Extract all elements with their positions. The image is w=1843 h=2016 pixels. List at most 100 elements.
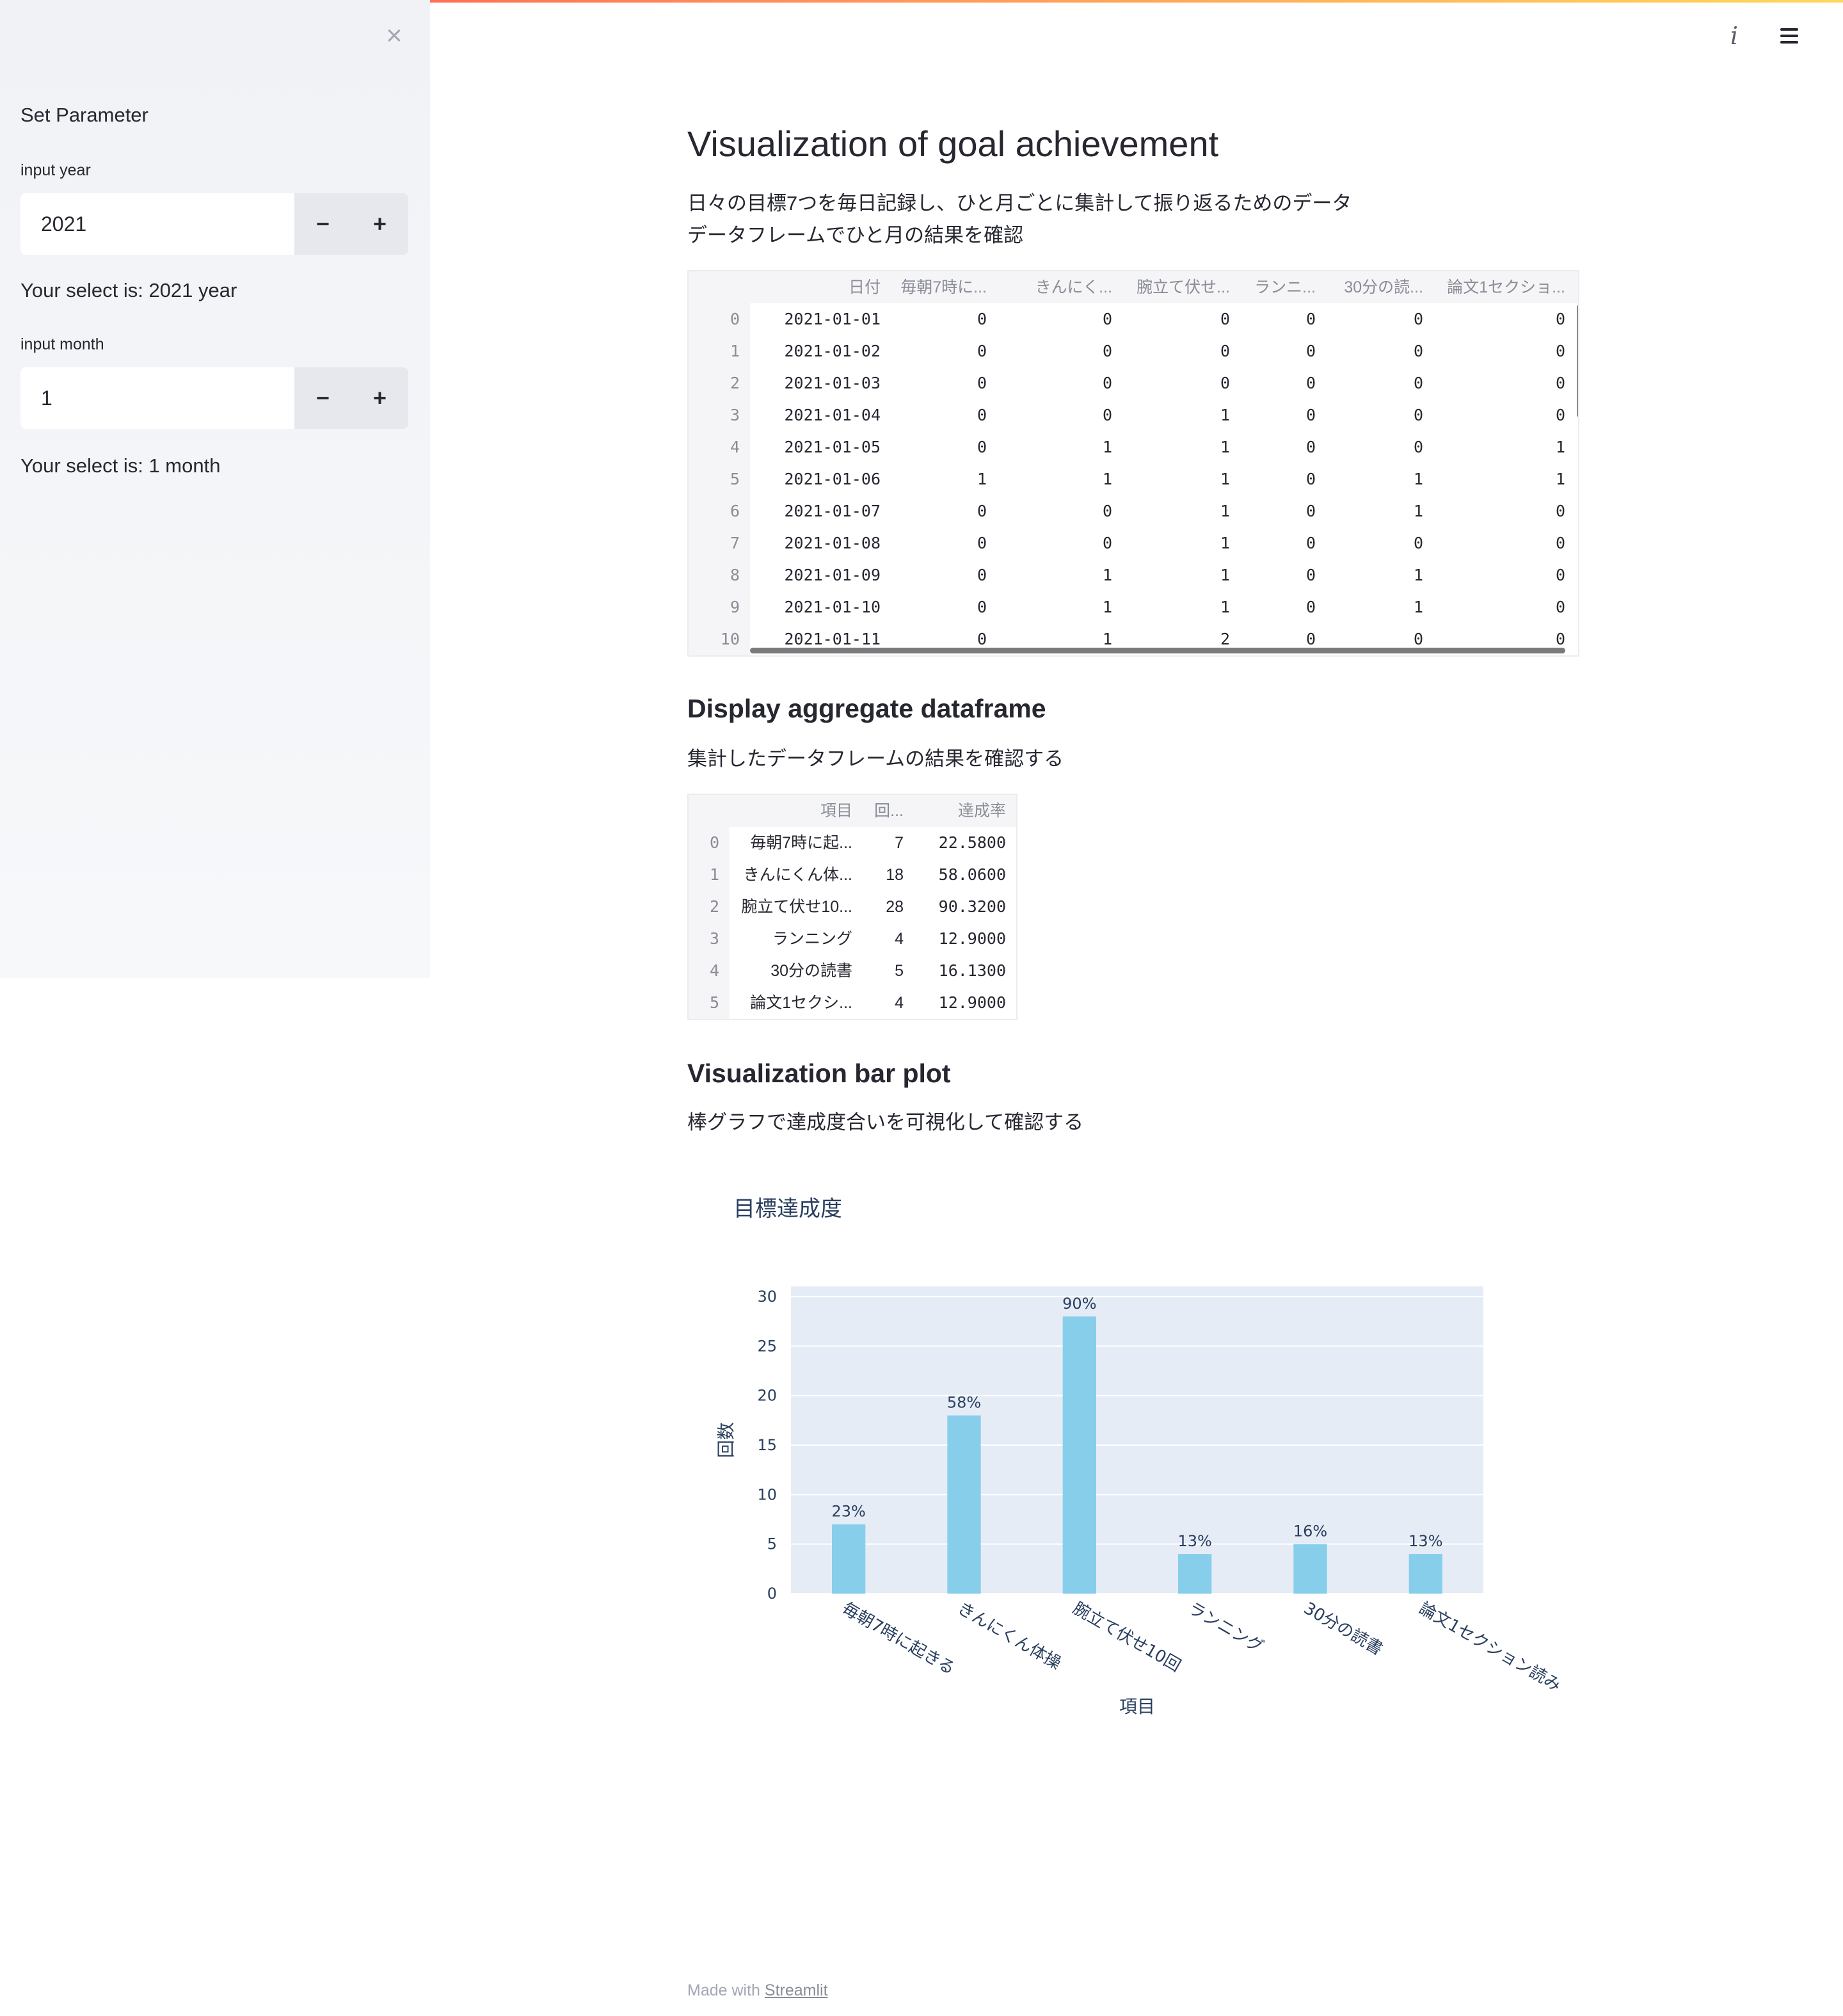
y-tick-label: 5: [767, 1535, 777, 1553]
bar: [1178, 1554, 1212, 1594]
info-icon[interactable]: i: [1721, 22, 1747, 50]
table-cell-rate: 16.1300: [938, 961, 1006, 980]
table-cell: 1: [977, 470, 987, 488]
table-cell-item: ランニング: [772, 930, 852, 948]
table-cell: 1: [1220, 534, 1230, 552]
column-header: 論文1セクショ...: [1447, 278, 1565, 296]
month-input-value[interactable]: 1: [41, 367, 52, 429]
table-cell: 0: [1305, 374, 1316, 392]
table-cell-date: 2021-01-01: [784, 310, 881, 328]
table-cell-item: きんにくん体...: [743, 866, 852, 884]
table-cell: 0: [1220, 374, 1230, 392]
table-cell: 0: [1413, 374, 1423, 392]
x-tick-label: 30分の読書: [1300, 1599, 1386, 1660]
aggregate-dataframe[interactable]: 項目 回... 達成率 毎朝7時に起... 7 22.5800 きんにくん体... 18 58…: [687, 794, 1017, 1020]
bar-description: 棒グラフで達成度合いを可視化して確認する: [687, 1111, 1084, 1133]
table-cell-count: 4: [895, 930, 904, 948]
table-cell: 0: [1102, 342, 1112, 360]
aggregate-body: 毎朝7時に起... 7 22.5800 きんにくん体... 18 58.0600 腕立て伏せ…: [730, 827, 1016, 1019]
description-line-2: データフレームでひと月の結果を確認: [687, 224, 1024, 246]
vertical-scrollbar[interactable]: [1577, 305, 1578, 417]
x-tick-label: ランニング: [1185, 1599, 1267, 1657]
table-cell: 0: [977, 566, 987, 584]
table-cell-item: 30分の読書: [770, 962, 852, 980]
y-tick-label: 20: [757, 1387, 777, 1405]
table-cell: 0: [977, 598, 987, 616]
row-index: 10: [720, 630, 740, 648]
month-increment-button[interactable]: +: [351, 367, 408, 429]
sidebar-header: Set Parameter: [20, 104, 148, 126]
table-cell-count: 7: [895, 834, 904, 852]
column-header: 腕立て伏せ...: [1137, 278, 1230, 296]
table-cell: 0: [1305, 342, 1316, 360]
row-index: 6: [730, 502, 740, 520]
x-tick-label: 論文1セクション読み: [1416, 1599, 1564, 1695]
table-cell: 0: [1102, 502, 1112, 520]
table-cell: 0: [1555, 534, 1565, 552]
bar: [1293, 1544, 1327, 1594]
table-cell: 0: [1305, 470, 1316, 488]
column-header: 項目: [820, 802, 852, 820]
close-icon[interactable]: ×: [379, 22, 410, 50]
table-cell: 1: [1413, 598, 1423, 616]
aggregate-section-title: Display aggregate dataframe: [687, 694, 1046, 723]
bar: [947, 1415, 981, 1594]
page-title: Visualization of goal achievement: [687, 124, 1219, 164]
year-input-label: input year: [20, 161, 91, 179]
table-cell-date: 2021-01-05: [784, 438, 881, 456]
year-decrement-button[interactable]: −: [294, 193, 351, 255]
table-cell-count: 18: [886, 866, 904, 884]
bar: [1408, 1554, 1442, 1594]
streamlit-link[interactable]: Streamlit: [765, 1981, 828, 1999]
table-cell: 0: [1102, 310, 1112, 328]
daily-dataframe[interactable]: 日付 毎朝7時に... きんにく... 腕立て伏せ... ランニ... 30分の読... 論…: [687, 270, 1579, 657]
hamburger-menu-icon[interactable]: [1776, 22, 1805, 50]
table-cell: 0: [1102, 534, 1112, 552]
row-index: 3: [730, 406, 740, 424]
table-cell: 0: [1555, 502, 1565, 520]
table-cell: 1: [1220, 470, 1230, 488]
table-cell: 1: [1102, 566, 1112, 584]
year-increment-button[interactable]: +: [351, 193, 408, 255]
column-header: ランニ...: [1254, 278, 1316, 296]
table-cell: 0: [1555, 406, 1565, 424]
table-cell-rate: 90.3200: [938, 897, 1006, 916]
table-cell: 1: [1102, 438, 1112, 456]
bar-data-label: 23%: [831, 1503, 865, 1521]
table-cell: 0: [1305, 310, 1316, 328]
month-decrement-button[interactable]: −: [294, 367, 351, 429]
year-number-input: 2021 − +: [20, 193, 408, 255]
year-input-value[interactable]: 2021: [41, 193, 86, 255]
column-header: 日付: [848, 278, 881, 296]
column-header: きんにく...: [1035, 278, 1112, 296]
table-cell-date: 2021-01-04: [784, 406, 881, 424]
table-cell: 0: [977, 406, 987, 424]
table-cell-date: 2021-01-08: [784, 534, 881, 552]
table-cell: 0: [977, 374, 987, 392]
table-cell-item: 腕立て伏せ10...: [741, 898, 852, 916]
horizontal-scrollbar[interactable]: [750, 648, 1565, 653]
table-cell: 1: [1555, 470, 1565, 488]
table-cell: 0: [977, 342, 987, 360]
table-cell-item: 論文1セクシ...: [750, 994, 852, 1012]
bar-data-label: 90%: [1062, 1295, 1096, 1313]
table-cell: 0: [1413, 534, 1423, 552]
table-cell: 0: [1413, 342, 1423, 360]
column-header: 毎朝7時に...: [900, 278, 987, 296]
table-cell: 0: [1555, 374, 1565, 392]
row-index: 5: [709, 993, 719, 1012]
y-tick-label: 0: [767, 1585, 777, 1603]
table-cell-item: 毎朝7時に起...: [750, 834, 852, 852]
table-cell-date: 2021-01-10: [784, 598, 881, 616]
bar-data-label: 13%: [1408, 1532, 1442, 1550]
row-index: 0: [730, 310, 740, 328]
bar-chart[interactable]: 目標達成度 0 5 10 15 20 25 30 23% 毎朝7時に起きる 58% きんにくん体操 90…: [687, 1165, 1583, 1741]
table-cell-date: 2021-01-06: [784, 470, 881, 488]
table-cell: 0: [1305, 438, 1316, 456]
row-index: 4: [709, 961, 719, 980]
bar: [832, 1524, 866, 1594]
x-tick-label: 毎朝7時に起きる: [839, 1599, 959, 1679]
row-index: 9: [730, 598, 740, 616]
year-selection-text: Your select is: 2021 year: [20, 279, 237, 301]
plot-area: [791, 1286, 1483, 1594]
